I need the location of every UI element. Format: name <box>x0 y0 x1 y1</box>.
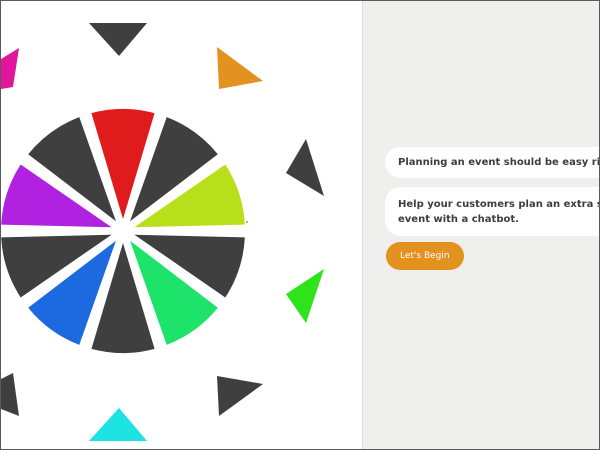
wheel <box>1 108 245 353</box>
chat-message-1: Planning an event should be easy right? <box>385 147 599 178</box>
triangle-top-right-orange <box>217 47 263 89</box>
wheel-illustration <box>1 23 324 441</box>
chat-message-2: Help your customers plan an extra specia… <box>385 187 599 236</box>
lets-begin-button[interactable]: Let's Begin <box>386 242 464 270</box>
triangle-right-dark <box>286 139 324 196</box>
illustration-panel <box>1 1 362 449</box>
wheel-dot <box>246 221 248 223</box>
chat-panel: Planning an event should be easy right? … <box>362 1 599 449</box>
triangle-bottom-cyan <box>89 408 147 441</box>
triangle-top-dark <box>89 23 147 56</box>
triangle-bottom-left-dark <box>1 373 19 416</box>
triangle-left-magenta <box>1 48 19 89</box>
app-window: Planning an event should be easy right? … <box>0 0 600 450</box>
triangle-bottom-right-dark <box>217 376 263 416</box>
triangle-right-green <box>286 269 324 323</box>
